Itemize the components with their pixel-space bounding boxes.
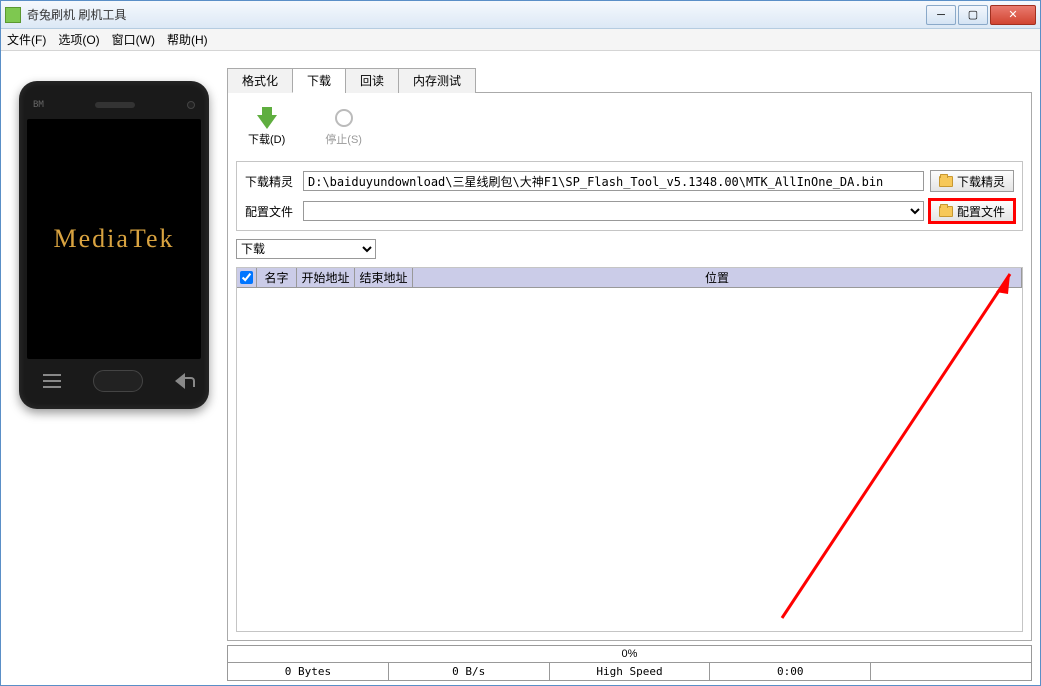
phone-nav-buttons xyxy=(27,359,201,395)
menu-options[interactable]: 选项(O) xyxy=(58,31,99,48)
scatter-path-input[interactable] xyxy=(303,201,924,221)
download-label: 下载(D) xyxy=(248,131,285,147)
da-path-input[interactable] xyxy=(303,171,924,191)
phone-screen: MediaTek xyxy=(27,119,201,359)
window-controls: ─ ▢ ✕ xyxy=(926,5,1036,25)
titlebar: 奇兔刷机 刷机工具 ─ ▢ ✕ xyxy=(1,1,1040,29)
right-pane: 格式化 下载 回读 内存测试 下载(D) 停止(S) xyxy=(227,51,1040,685)
scatter-label: 配置文件 xyxy=(245,203,297,220)
tab-memtest[interactable]: 内存测试 xyxy=(398,68,476,93)
progress-text: 0% xyxy=(622,648,638,660)
menu-help[interactable]: 帮助(H) xyxy=(167,31,208,48)
phone-speaker-icon xyxy=(95,102,135,108)
status-mode: High Speed xyxy=(550,663,711,680)
app-body: BM MediaTek 格式化 下载 回读 xyxy=(1,51,1040,685)
table-header: 名字 开始地址 结束地址 位置 xyxy=(237,268,1022,288)
left-pane: BM MediaTek xyxy=(1,51,227,685)
status-bytes: 0 Bytes xyxy=(228,663,389,680)
select-all-checkbox[interactable] xyxy=(240,271,253,284)
col-end[interactable]: 结束地址 xyxy=(355,268,413,287)
app-icon xyxy=(5,7,21,23)
status-time: 0:00 xyxy=(710,663,871,680)
phone-mockup: BM MediaTek xyxy=(19,81,209,409)
phone-camera-icon xyxy=(187,101,195,109)
col-checkbox[interactable] xyxy=(237,268,257,287)
stop-circle-icon xyxy=(335,109,353,127)
scatter-row: 配置文件 配置文件 xyxy=(245,200,1014,222)
phone-bm-label: BM xyxy=(33,100,44,110)
download-button[interactable]: 下载(D) xyxy=(248,107,285,147)
status-area: 0% 0 Bytes 0 B/s High Speed 0:00 xyxy=(227,645,1032,681)
main-window: 奇兔刷机 刷机工具 ─ ▢ ✕ 文件(F) 选项(O) 窗口(W) 帮助(H) … xyxy=(0,0,1041,686)
tabbar: 格式化 下载 回读 内存测试 xyxy=(227,67,1032,93)
phone-logo-text: MediaTek xyxy=(53,224,174,254)
annotation-arrow-icon xyxy=(602,268,1022,628)
col-location[interactable]: 位置 xyxy=(413,268,1022,287)
minimize-button[interactable]: ─ xyxy=(926,5,956,25)
tab-format[interactable]: 格式化 xyxy=(227,68,293,93)
progress-bar: 0% xyxy=(227,645,1032,663)
form-area: 下载精灵 下载精灵 配置文件 配置文件 xyxy=(236,161,1023,231)
scatter-browse-label: 配置文件 xyxy=(957,203,1005,220)
phone-home-button-icon xyxy=(93,370,143,392)
tab-content: 下载(D) 停止(S) 下载精灵 下载精灵 xyxy=(227,93,1032,641)
folder-icon xyxy=(939,206,953,217)
mode-select[interactable]: 下载 xyxy=(236,239,376,259)
download-arrow-icon xyxy=(257,115,277,129)
da-label: 下载精灵 xyxy=(245,173,297,190)
da-row: 下载精灵 下载精灵 xyxy=(245,170,1014,192)
col-name[interactable]: 名字 xyxy=(257,268,297,287)
close-button[interactable]: ✕ xyxy=(990,5,1036,25)
phone-menu-icon xyxy=(43,374,61,388)
partition-table: 名字 开始地址 结束地址 位置 xyxy=(236,267,1023,632)
stop-label: 停止(S) xyxy=(325,131,362,147)
menu-file[interactable]: 文件(F) xyxy=(7,31,46,48)
col-start[interactable]: 开始地址 xyxy=(297,268,355,287)
toolbar: 下载(D) 停止(S) xyxy=(236,101,1023,153)
maximize-button[interactable]: ▢ xyxy=(958,5,988,25)
menubar: 文件(F) 选项(O) 窗口(W) 帮助(H) xyxy=(1,29,1040,51)
tab-download[interactable]: 下载 xyxy=(292,68,346,93)
status-empty xyxy=(871,663,1031,680)
da-browse-label: 下载精灵 xyxy=(957,173,1005,190)
menu-window[interactable]: 窗口(W) xyxy=(112,31,155,48)
window-title: 奇兔刷机 刷机工具 xyxy=(27,6,926,23)
phone-back-icon xyxy=(175,373,185,389)
status-row: 0 Bytes 0 B/s High Speed 0:00 xyxy=(227,663,1032,681)
da-browse-button[interactable]: 下载精灵 xyxy=(930,170,1014,192)
folder-icon xyxy=(939,176,953,187)
status-speed: 0 B/s xyxy=(389,663,550,680)
scatter-browse-button[interactable]: 配置文件 xyxy=(930,200,1014,222)
stop-button[interactable]: 停止(S) xyxy=(325,107,362,147)
tab-readback[interactable]: 回读 xyxy=(345,68,399,93)
